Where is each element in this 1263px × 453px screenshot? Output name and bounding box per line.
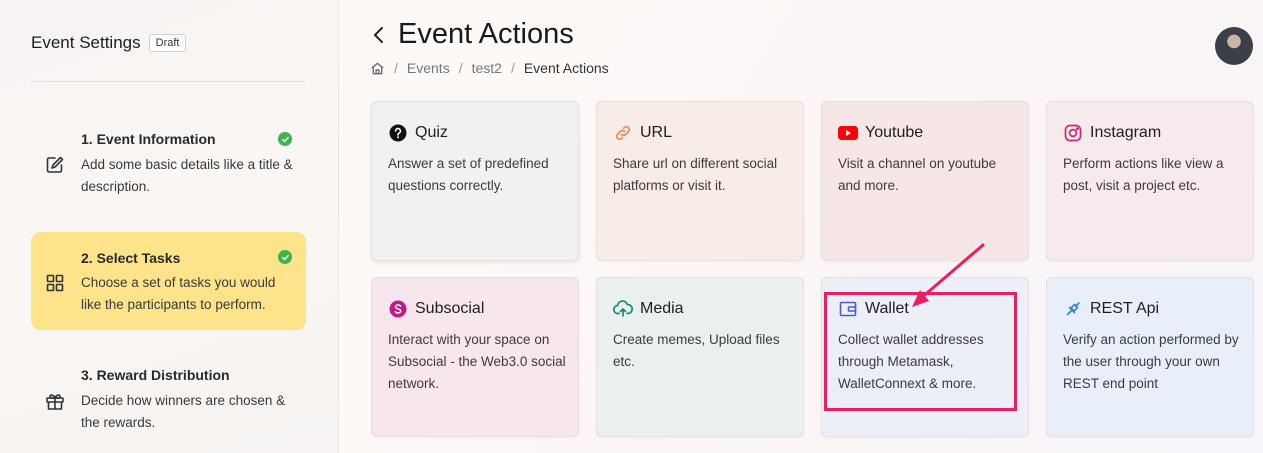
- card-description: Create memes, Upload files etc.: [613, 332, 780, 369]
- sidebar: Event Settings Draft 1. Event Informatio…: [0, 0, 339, 453]
- breadcrumb-separator: /: [458, 60, 463, 76]
- check-icon: [278, 250, 292, 264]
- card-description: Perform actions like view a post, visit …: [1063, 156, 1224, 193]
- question-icon: [388, 123, 408, 143]
- instagram-icon: [1063, 123, 1083, 143]
- card-description: Visit a channel on youtube and more.: [838, 156, 997, 193]
- arrow-annotation: [912, 243, 985, 307]
- card-description: Share url on different social platforms …: [613, 156, 778, 193]
- link-icon: [613, 123, 633, 143]
- youtube-icon: [838, 123, 858, 143]
- step-title: 1. Event Information: [81, 131, 216, 147]
- step-event-information[interactable]: 1. Event Information Add some basic deta…: [31, 118, 306, 210]
- breadcrumb-current: Event Actions: [523, 60, 609, 76]
- page-title: Event Actions: [398, 18, 574, 50]
- card-description: Answer a set of predefined questions cor…: [388, 156, 549, 193]
- upload-cloud-icon: [613, 299, 633, 319]
- breadcrumb: / Events / test2 / Event Actions: [370, 60, 609, 76]
- check-icon: [278, 132, 292, 146]
- divider: [31, 81, 305, 82]
- action-card-media[interactable]: Media Create memes, Upload files etc.: [596, 277, 804, 437]
- chevron-left-icon[interactable]: [372, 20, 390, 50]
- card-title: REST Api: [1090, 300, 1160, 317]
- breadcrumb-separator: /: [510, 60, 515, 76]
- card-description: Verify an action performed by the user t…: [1063, 332, 1239, 391]
- breadcrumb-test2[interactable]: test2: [472, 60, 502, 76]
- card-title: Subsocial: [415, 300, 485, 317]
- action-card-quiz[interactable]: Quiz Answer a set of predefined question…: [371, 101, 579, 261]
- card-title: Media: [640, 300, 684, 317]
- status-badge: Draft: [148, 34, 187, 52]
- action-card-youtube[interactable]: Youtube Visit a channel on youtube and m…: [821, 101, 1029, 261]
- card-title: Instagram: [1090, 124, 1162, 141]
- action-card-rest-api[interactable]: REST Api Verify an action performed by t…: [1046, 277, 1254, 437]
- step-description: Choose a set of tasks you would like the…: [81, 275, 276, 312]
- step-description: Add some basic details like a title & de…: [81, 157, 293, 194]
- sidebar-header: Event Settings Draft: [31, 33, 187, 53]
- action-card-subsocial[interactable]: Subsocial Interact with your space on Su…: [371, 277, 579, 437]
- grid-icon: [44, 272, 66, 294]
- breadcrumb-events[interactable]: Events: [407, 60, 450, 76]
- card-title: Quiz: [415, 124, 448, 141]
- edit-icon: [44, 154, 66, 176]
- step-reward-distribution[interactable]: 3. Reward Distribution Decide how winner…: [31, 355, 306, 445]
- step-description: Decide how winners are chosen & the rewa…: [81, 393, 286, 430]
- gift-icon: [44, 390, 66, 412]
- card-description: Interact with your space on Subsocial - …: [388, 332, 566, 391]
- breadcrumb-separator: /: [394, 60, 398, 76]
- subsocial-icon: [388, 299, 408, 319]
- avatar[interactable]: [1215, 27, 1253, 65]
- home-icon[interactable]: [370, 61, 385, 76]
- action-card-instagram[interactable]: Instagram Perform actions like view a po…: [1046, 101, 1254, 261]
- card-title: URL: [640, 124, 673, 141]
- action-card-url[interactable]: URL Share url on different social platfo…: [596, 101, 804, 261]
- page-header: Event Actions: [372, 18, 574, 51]
- step-title: 3. Reward Distribution: [81, 367, 230, 383]
- card-title: Youtube: [865, 124, 924, 141]
- sidebar-title: Event Settings: [31, 33, 141, 52]
- api-plug-icon: [1063, 299, 1083, 319]
- step-title: 2. Select Tasks: [81, 250, 181, 266]
- step-select-tasks[interactable]: 2. Select Tasks Choose a set of tasks yo…: [31, 232, 306, 330]
